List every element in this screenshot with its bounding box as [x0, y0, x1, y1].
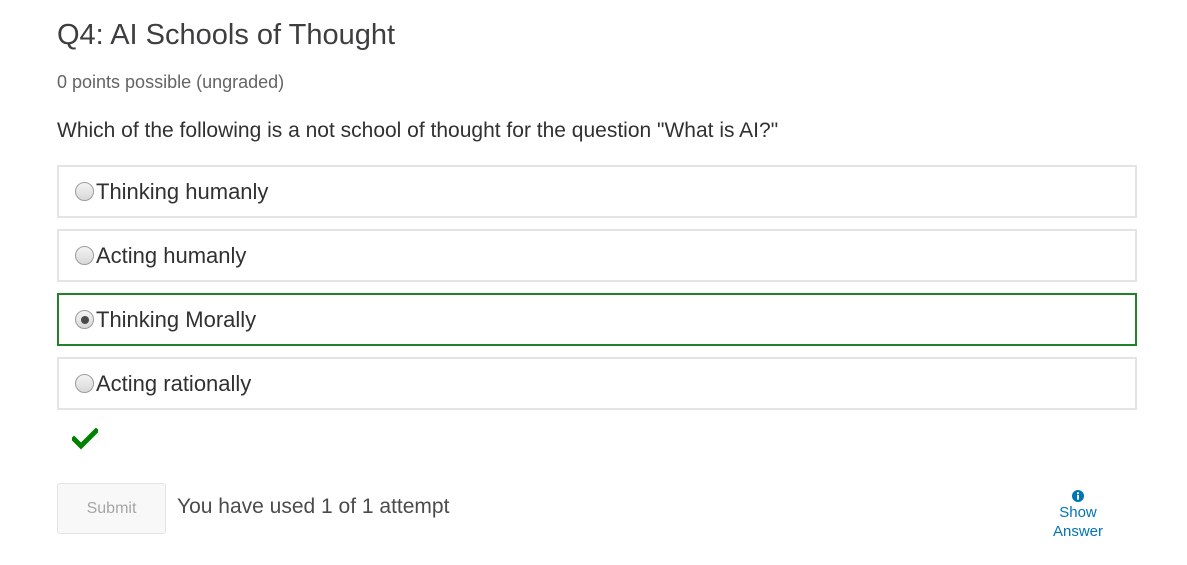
choice-option[interactable]: Acting rationally [57, 357, 1137, 410]
correct-status [70, 427, 100, 450]
radio-button[interactable] [75, 374, 94, 393]
choice-label: Acting rationally [96, 370, 252, 396]
choice-label: Acting humanly [96, 242, 247, 268]
info-icon [1072, 490, 1084, 502]
radio-button[interactable] [75, 182, 94, 201]
choice-group: Thinking humanly Acting humanly Thinking… [57, 165, 1137, 421]
checkmark-icon [70, 427, 100, 450]
radio-button[interactable] [75, 246, 94, 265]
submit-button[interactable]: Submit [57, 483, 166, 534]
choice-option[interactable]: Thinking Morally [57, 293, 1137, 346]
choice-label: Thinking humanly [96, 178, 269, 204]
choice-option[interactable]: Thinking humanly [57, 165, 1137, 218]
choice-label: Thinking Morally [96, 306, 257, 332]
action-row: Submit You have used 1 of 1 attempt Show… [57, 483, 1137, 540]
show-answer-button[interactable]: Show Answer [1037, 490, 1119, 541]
problem-title: Q4: AI Schools of Thought [57, 19, 396, 51]
question-prompt: Which of the following is a not school o… [57, 119, 779, 142]
points-possible: 0 points possible (ungraded) [57, 72, 285, 92]
radio-button[interactable] [75, 310, 94, 329]
choice-option[interactable]: Acting humanly [57, 229, 1137, 282]
attempts-text: You have used 1 of 1 attempt [177, 495, 450, 518]
show-answer-label: Show Answer [1052, 504, 1104, 540]
